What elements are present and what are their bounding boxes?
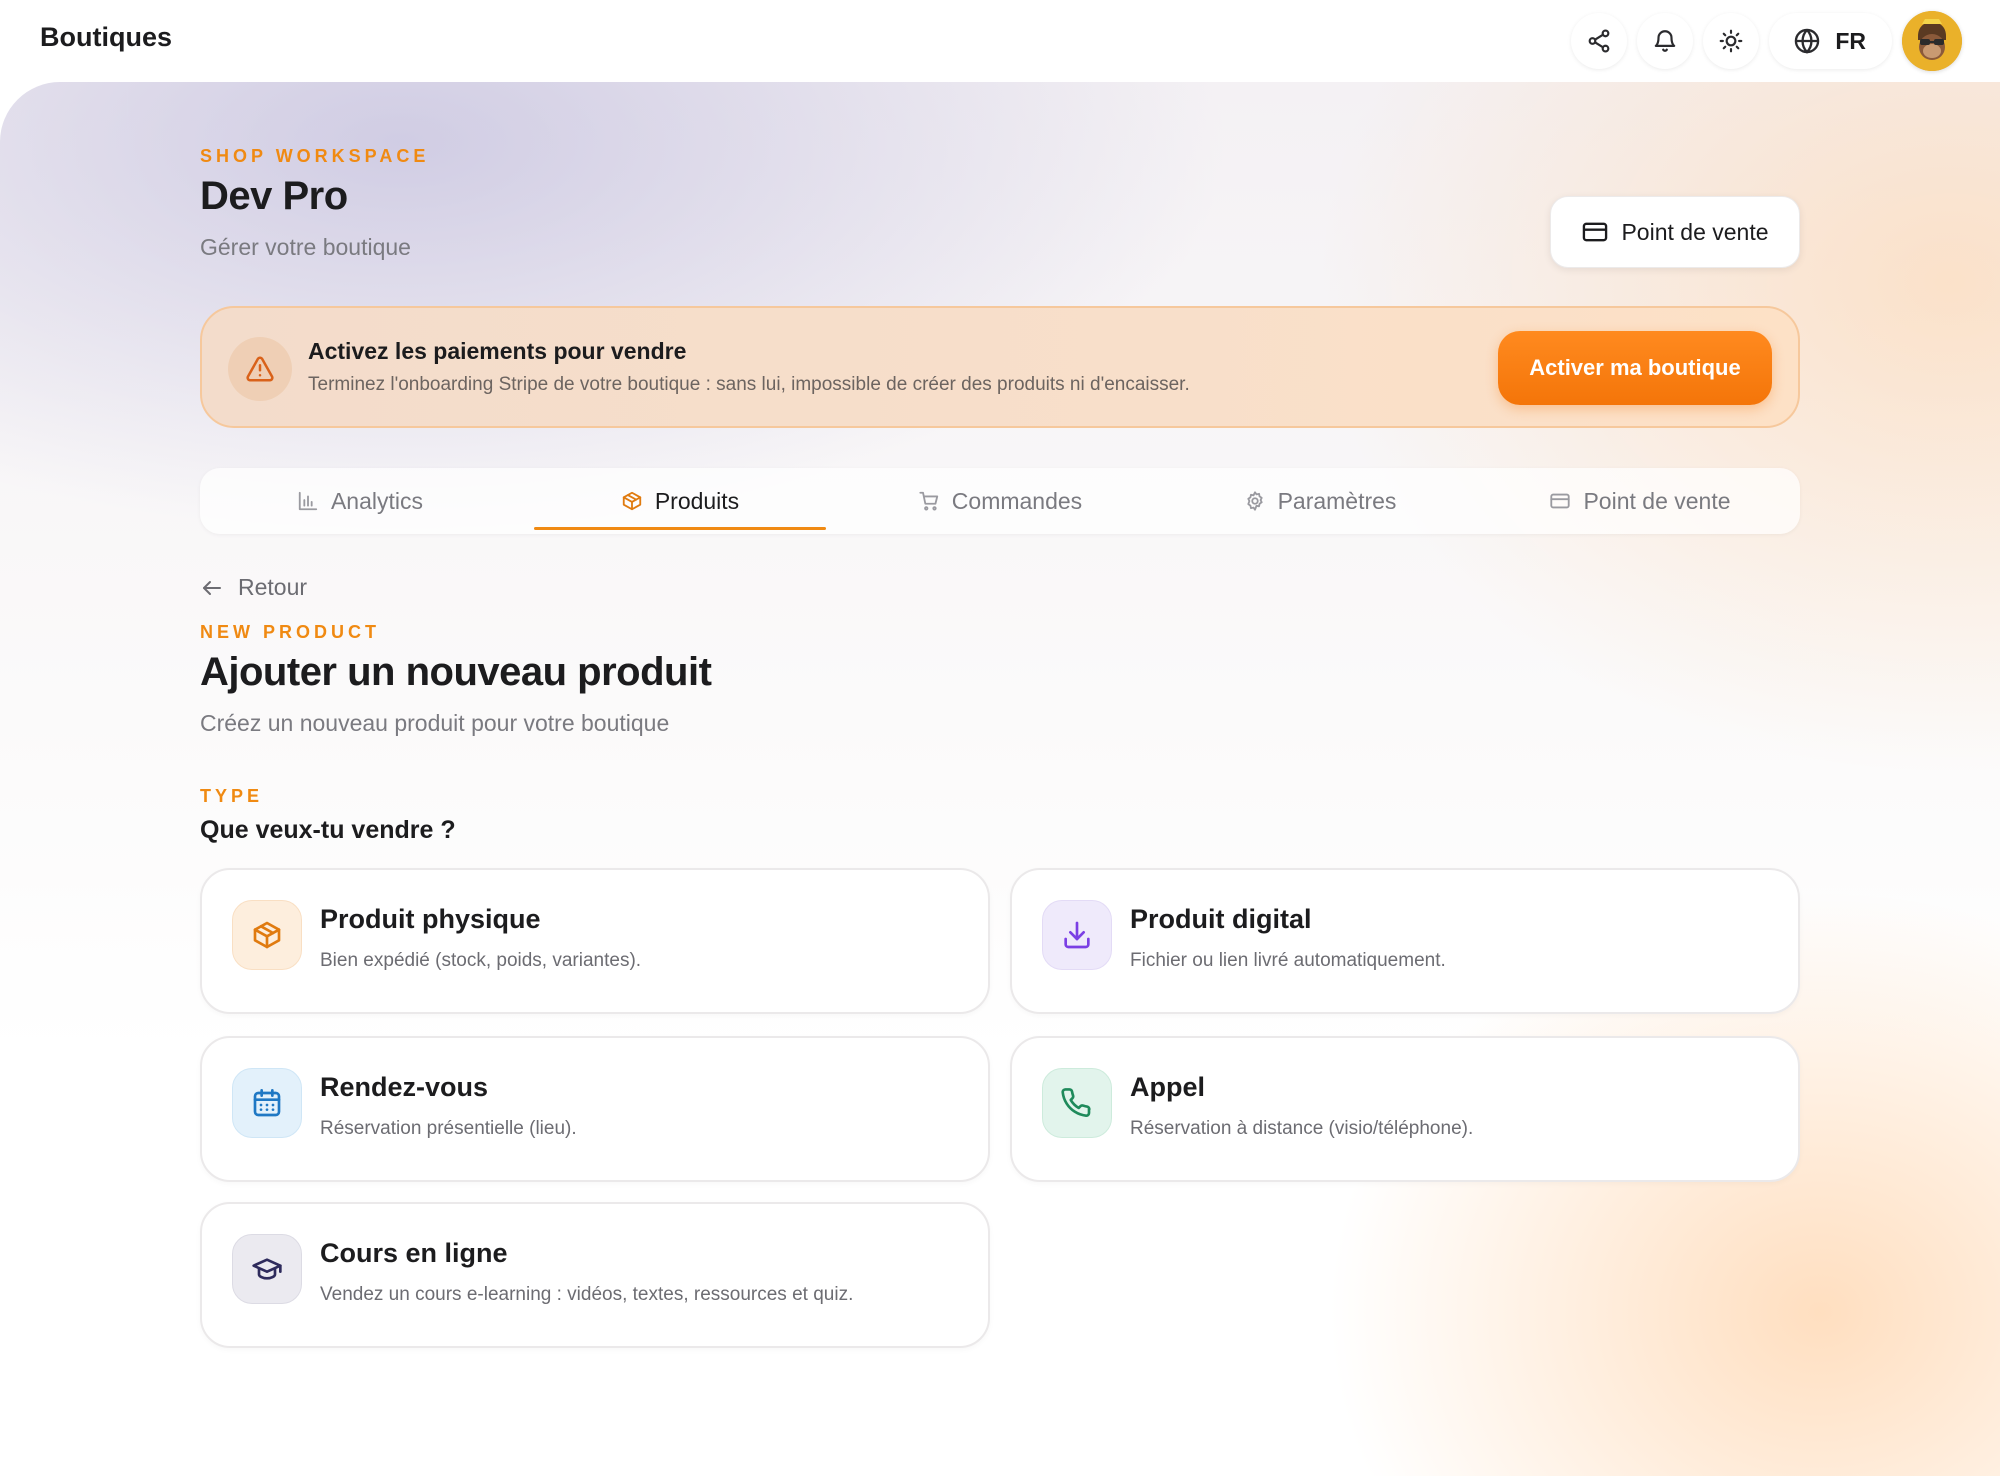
globe-icon xyxy=(1795,28,1820,54)
warning-icon-badge xyxy=(228,337,292,401)
notifications-button[interactable] xyxy=(1637,13,1694,69)
payments-alert: Activez les paiements pour vendre Termin… xyxy=(200,306,1800,428)
card-icon xyxy=(1550,493,1571,509)
option-title: Produit digital xyxy=(1130,904,1312,934)
warning-icon xyxy=(246,356,274,382)
new-product-eyebrow: NEW PRODUCT xyxy=(200,622,380,642)
option-title: Appel xyxy=(1130,1072,1206,1102)
cart-icon xyxy=(919,491,938,511)
graduation-cap-icon-badge xyxy=(232,1234,302,1304)
theme-toggle-button[interactable] xyxy=(1703,13,1760,69)
tab-parametres[interactable]: Paramètres xyxy=(1160,468,1480,534)
graduation-cap-icon xyxy=(252,1258,282,1280)
shop-subtitle: Gérer votre boutique xyxy=(200,234,411,260)
app-title: Boutiques xyxy=(40,22,172,52)
type-question: Que veux-tu vendre ? xyxy=(200,816,456,844)
language-label: FR xyxy=(1835,27,1866,54)
box-icon-badge xyxy=(232,900,302,970)
shop-name: Dev Pro xyxy=(200,174,348,218)
option-title: Rendez-vous xyxy=(320,1072,489,1102)
phone-icon xyxy=(1061,1088,1091,1117)
back-label: Retour xyxy=(238,574,308,600)
activate-shop-button[interactable]: Activer ma boutique xyxy=(1498,331,1772,405)
share-icon xyxy=(1588,29,1610,53)
tab-point-de-vente-label: Point de vente xyxy=(1583,487,1731,514)
top-actions: FR xyxy=(1571,11,1962,71)
option-description: Fichier ou lien livré automatiquement. xyxy=(1130,950,1446,971)
option-description: Bien expédié (stock, poids, variantes). xyxy=(320,950,642,971)
tab-analytics[interactable]: Analytics xyxy=(200,468,520,534)
option-description: Réservation présentielle (lieu). xyxy=(320,1118,577,1139)
sun-icon xyxy=(1719,29,1743,53)
bell-icon xyxy=(1655,30,1676,52)
download-icon xyxy=(1064,921,1090,949)
calendar-icon xyxy=(253,1089,281,1117)
tab-commandes-label: Commandes xyxy=(951,487,1083,514)
tab-commandes[interactable]: Commandes xyxy=(840,468,1160,534)
gear-icon xyxy=(1246,491,1263,511)
option-online-course[interactable]: Cours en ligne Vendez un cours e-learnin… xyxy=(200,1202,990,1348)
tab-parametres-label: Paramètres xyxy=(1277,487,1397,514)
tab-produits-label: Produits xyxy=(654,487,740,514)
tab-produits[interactable]: Produits xyxy=(520,468,840,534)
alert-title: Activez les paiements pour vendre xyxy=(308,338,687,364)
page-subtitle: Créez un nouveau produit pour votre bout… xyxy=(200,710,670,736)
chart-icon xyxy=(298,491,318,511)
box-icon xyxy=(253,921,281,949)
avatar[interactable] xyxy=(1902,11,1962,71)
option-digital-product[interactable]: Produit digital Fichier ou lien livré au… xyxy=(1010,868,1800,1014)
option-physical-product[interactable]: Produit physique Bien expédié (stock, po… xyxy=(200,868,990,1014)
tab-bar: Analytics Produits Commandes Paramètres … xyxy=(200,468,1800,534)
alert-text: Terminez l'onboarding Stripe de votre bo… xyxy=(308,374,1190,395)
top-bar: Boutiques FR xyxy=(0,0,2000,82)
point-of-sale-button[interactable]: Point de vente xyxy=(1550,196,1800,268)
download-icon-badge xyxy=(1042,900,1112,970)
main-panel: SHOP WORKSPACE Dev Pro Gérer votre bouti… xyxy=(0,82,2000,1476)
arrow-left-icon xyxy=(203,580,221,595)
point-of-sale-label: Point de vente xyxy=(1621,218,1769,245)
box-icon xyxy=(622,491,641,511)
option-appointment[interactable]: Rendez-vous Réservation présentielle (li… xyxy=(200,1036,990,1182)
avatar-image xyxy=(1902,11,1962,71)
type-eyebrow: TYPE xyxy=(200,786,264,806)
back-link[interactable]: Retour xyxy=(200,574,307,601)
option-call[interactable]: Appel Réservation à distance (visio/télé… xyxy=(1010,1036,1800,1182)
language-selector[interactable]: FR xyxy=(1769,13,1892,69)
option-description: Vendez un cours e-learning : vidéos, tex… xyxy=(320,1284,854,1305)
credit-card-icon xyxy=(1583,222,1608,242)
option-title: Produit physique xyxy=(320,904,541,934)
shop-eyebrow: SHOP WORKSPACE xyxy=(200,146,430,166)
calendar-icon-badge xyxy=(232,1068,302,1138)
page-title: Ajouter un nouveau produit xyxy=(200,650,712,694)
phone-icon-badge xyxy=(1042,1068,1112,1138)
tab-analytics-label: Analytics xyxy=(330,487,424,514)
share-button[interactable] xyxy=(1571,13,1628,69)
option-title: Cours en ligne xyxy=(320,1238,508,1268)
option-description: Réservation à distance (visio/téléphone)… xyxy=(1130,1118,1474,1139)
tab-point-de-vente[interactable]: Point de vente xyxy=(1480,468,1800,534)
